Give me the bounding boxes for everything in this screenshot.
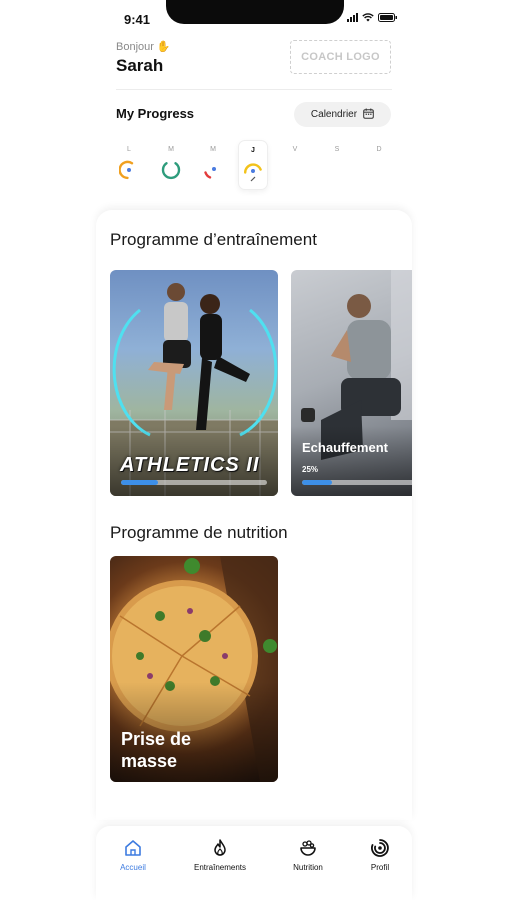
nutrition-section-title: Programme de nutrition	[110, 523, 288, 542]
battery-icon	[378, 13, 398, 22]
calendar-button[interactable]: Calendrier	[294, 102, 391, 127]
day-letter: M	[168, 146, 174, 153]
week-progress: L M M J V S D	[114, 140, 394, 192]
tab-accueil[interactable]: Accueil	[116, 838, 150, 872]
day-monday[interactable]: L	[114, 140, 144, 190]
day-letter: L	[127, 146, 131, 153]
calendar-icon	[363, 108, 374, 122]
content-sheet: Programme d’entraînement ATHLETICS II Ec…	[96, 210, 412, 820]
signal-icon	[347, 13, 358, 22]
flame-icon	[214, 839, 226, 856]
tab-nutrition[interactable]: Nutrition	[288, 838, 328, 872]
wifi-icon	[362, 13, 374, 22]
day-letter: D	[376, 146, 382, 153]
status-bar: 9:41	[96, 0, 412, 34]
program-card-athletics[interactable]: ATHLETICS II	[110, 270, 278, 496]
tab-label: Profil	[370, 863, 390, 872]
program-card-mass-gain[interactable]: Prise de masse	[110, 556, 278, 782]
day-thursday[interactable]: J	[238, 140, 268, 190]
program-percent: 25%	[302, 465, 319, 474]
profile-rings-icon	[371, 839, 389, 857]
user-name: Sarah	[116, 56, 164, 75]
day-letter: J	[251, 147, 255, 154]
progress-title: My Progress	[116, 106, 195, 121]
day-friday[interactable]: V	[280, 140, 310, 190]
day-wednesday[interactable]: M	[198, 140, 228, 190]
day-sunday[interactable]: D	[364, 140, 394, 190]
program-progress-fill	[121, 480, 158, 485]
tab-label: Nutrition	[293, 863, 323, 872]
coach-logo: COACH LOGO	[290, 40, 391, 74]
program-progress-bar	[121, 480, 267, 485]
status-icons	[347, 13, 398, 22]
home-icon	[125, 840, 141, 856]
day-letter: V	[292, 146, 298, 153]
day-saturday[interactable]: S	[322, 140, 352, 190]
program-card-warmup[interactable]: Echauffement 25%	[291, 270, 412, 496]
day-letter: S	[334, 146, 340, 153]
tab-label: Accueil	[120, 863, 146, 872]
day-letter: M	[210, 146, 216, 153]
program-progress-fill	[302, 480, 332, 485]
tab-profil[interactable]: Profil	[364, 838, 396, 872]
program-progress-bar	[302, 480, 412, 485]
waving-hand-icon: ✋	[156, 41, 171, 53]
greeting: Bonjour ✋ Sarah	[116, 40, 171, 76]
day-ring-icon	[161, 162, 181, 180]
training-section-title: Programme d’entraînement	[110, 230, 317, 249]
notch	[166, 0, 344, 24]
program-name: Echauffement	[302, 440, 388, 455]
program-logo-athletics: ATHLETICS II	[120, 454, 260, 476]
program-name: Prise de masse	[121, 729, 192, 771]
divider	[116, 89, 392, 90]
calendar-button-label: Calendrier	[310, 109, 358, 120]
food-bowl-icon	[300, 840, 316, 856]
phone-screen: 9:41 Bonjour ✋ Sarah COACH LOGO My Progr…	[96, 0, 412, 900]
status-time: 9:41	[124, 12, 151, 27]
tab-bar: Accueil Entraînements Nutrition Profil	[96, 826, 412, 900]
day-tuesday[interactable]: M	[156, 140, 186, 190]
day-ring-icon	[204, 167, 216, 179]
tab-entrainements[interactable]: Entraînements	[188, 838, 252, 872]
day-ring-icon	[119, 160, 134, 180]
tab-label: Entraînements	[193, 863, 247, 872]
day-ring-icon	[244, 163, 262, 182]
greeting-text: Bonjour	[116, 40, 154, 53]
